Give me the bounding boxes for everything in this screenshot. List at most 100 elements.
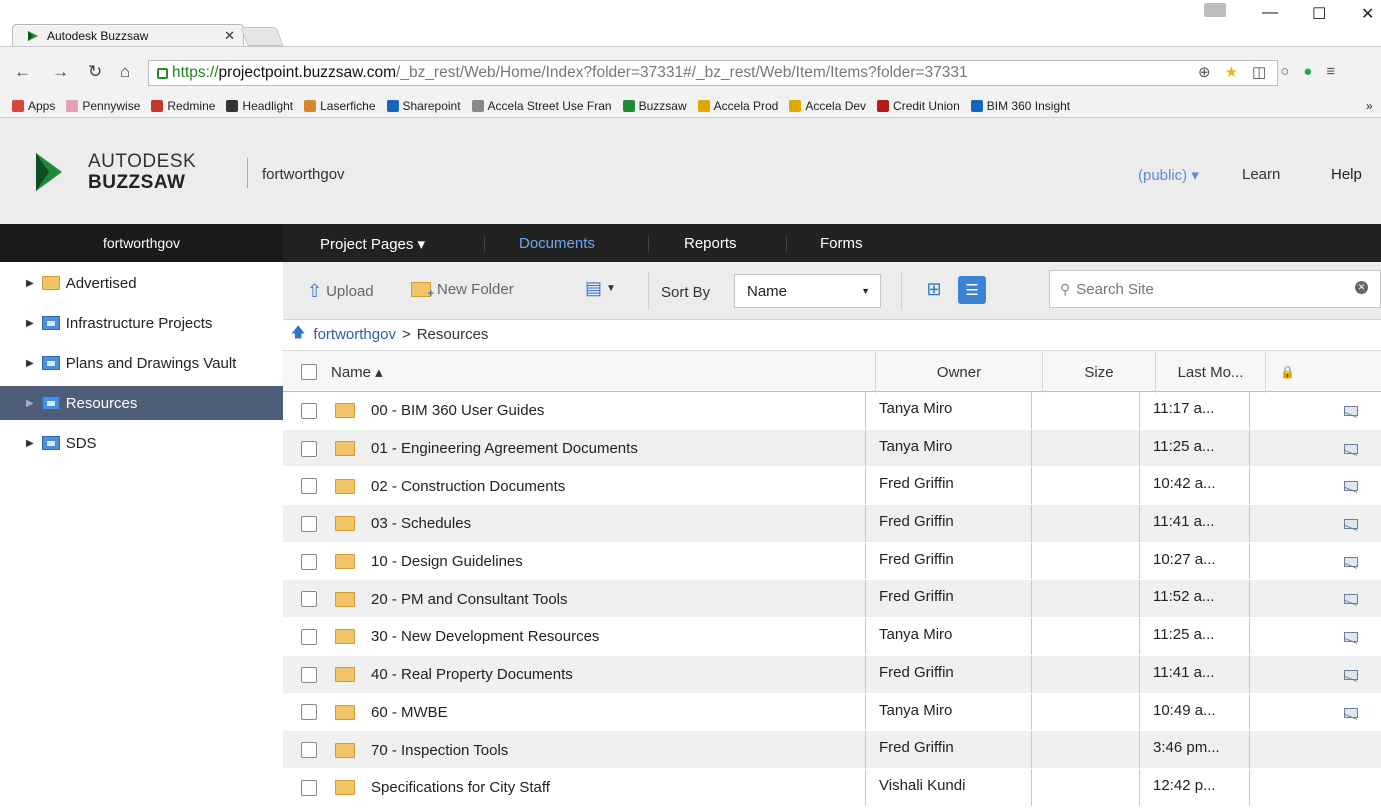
email-icon[interactable] xyxy=(1344,481,1358,492)
table-row[interactable]: 00 - BIM 360 User Guides Tanya Miro 11:17 … xyxy=(283,392,1381,430)
reload-icon[interactable]: ↻ xyxy=(88,62,102,82)
table-row[interactable]: 02 - Construction Documents Fred Griffin 1… xyxy=(283,467,1381,506)
extension-icon[interactable]: ◫ xyxy=(1252,63,1266,81)
folder-name-link[interactable]: 00 - BIM 360 User Guides xyxy=(371,402,544,419)
col-header-lock[interactable]: 🔒 xyxy=(1266,351,1381,393)
table-row[interactable]: Specifications for City Staff Vishali Kun… xyxy=(283,768,1381,807)
row-checkbox[interactable] xyxy=(301,742,317,759)
table-row[interactable]: 60 - MWBE Tanya Miro 10:49 a... xyxy=(283,693,1381,732)
tree-item-resources[interactable]: ▶ Resources xyxy=(0,386,283,420)
bookmark-item[interactable]: Pennywise xyxy=(66,99,140,113)
menu-icon[interactable]: ≡ xyxy=(1326,63,1335,81)
grid-view-icon[interactable]: ⊞ xyxy=(921,276,947,302)
browser-tab[interactable]: Autodesk Buzzsaw ✕ xyxy=(12,24,244,46)
bookmark-star-icon[interactable]: ★ xyxy=(1225,63,1238,81)
tree-item-sds[interactable]: ▶ SDS xyxy=(0,426,283,460)
col-header-last-modified[interactable]: Last Mo... xyxy=(1156,351,1266,393)
forward-icon[interactable]: → xyxy=(52,62,69,82)
table-row[interactable]: 40 - Real Property Documents Fred Griffin… xyxy=(283,655,1381,694)
list-view-icon[interactable]: ☰ xyxy=(958,276,986,304)
folder-name-link[interactable]: Specifications for City Staff xyxy=(371,779,550,796)
tree-item-infrastructure-projects[interactable]: ▶ Infrastructure Projects xyxy=(0,306,283,340)
email-icon[interactable] xyxy=(1344,594,1358,605)
sort-by-select[interactable]: Name ▼ xyxy=(734,274,881,308)
folder-name-link[interactable]: 40 - Real Property Documents xyxy=(371,666,573,683)
new-folder-button[interactable]: + New Folder xyxy=(411,281,514,300)
public-menu[interactable]: (public) ▾ xyxy=(1138,166,1199,184)
row-checkbox[interactable] xyxy=(301,553,317,570)
row-checkbox[interactable] xyxy=(301,515,317,532)
minimize-icon[interactable]: — xyxy=(1262,4,1278,22)
site-name[interactable]: fortworthgov xyxy=(262,166,345,183)
col-header-size[interactable]: Size xyxy=(1043,351,1156,393)
bookmark-item[interactable]: BIM 360 Insight xyxy=(970,99,1070,113)
back-icon[interactable]: ← xyxy=(14,62,31,82)
folder-name-link[interactable]: 01 - Engineering Agreement Documents xyxy=(371,440,638,457)
table-row[interactable]: 30 - New Development Resources Tanya Miro… xyxy=(283,618,1381,656)
email-icon[interactable] xyxy=(1344,443,1358,454)
close-window-icon[interactable]: ✕ xyxy=(1361,4,1374,24)
tree-item-advertised[interactable]: ▶ Advertised xyxy=(0,266,283,300)
bookmark-item[interactable]: Laserfiche xyxy=(304,99,376,113)
tab-close-icon[interactable]: ✕ xyxy=(224,28,235,44)
bookmark-item[interactable]: Credit Union xyxy=(877,99,960,113)
nav-reports[interactable]: Reports xyxy=(684,235,737,252)
select-all-checkbox[interactable] xyxy=(301,364,317,380)
clear-search-icon[interactable]: ✕ xyxy=(1355,281,1368,294)
folder-name-link[interactable]: 03 - Schedules xyxy=(371,515,471,532)
learn-link[interactable]: Learn xyxy=(1242,166,1280,183)
up-arrow-icon[interactable]: 🡅 xyxy=(291,322,305,346)
table-row[interactable]: 03 - Schedules Fred Griffin 11:41 a... xyxy=(283,505,1381,543)
opera-icon[interactable]: ○ xyxy=(1280,63,1289,81)
row-checkbox[interactable] xyxy=(301,591,317,608)
table-row[interactable]: 10 - Design Guidelines Fred Griffin 10:27 … xyxy=(283,542,1381,581)
table-row[interactable]: 70 - Inspection Tools Fred Griffin 3:46 pm… xyxy=(283,731,1381,769)
expand-arrow-icon[interactable]: ▶ xyxy=(26,438,34,449)
table-row[interactable]: 20 - PM and Consultant Tools Fred Griffin… xyxy=(283,580,1381,619)
bookmark-item[interactable]: Sharepoint xyxy=(386,99,461,113)
help-link[interactable]: Help xyxy=(1331,166,1362,183)
expand-arrow-icon[interactable]: ▶ xyxy=(26,318,34,329)
row-checkbox[interactable] xyxy=(301,440,317,457)
folder-name-link[interactable]: 20 - PM and Consultant Tools xyxy=(371,591,568,608)
maximize-icon[interactable]: ☐ xyxy=(1312,4,1326,24)
email-icon[interactable] xyxy=(1344,669,1358,680)
home-icon[interactable]: ⌂ xyxy=(120,62,130,82)
upload-button[interactable]: ⇧ Upload xyxy=(307,281,374,302)
folder-name-link[interactable]: 60 - MWBE xyxy=(371,704,448,721)
zoom-icon[interactable]: ⊕ xyxy=(1198,63,1211,81)
breadcrumb-parent[interactable]: fortworthgov xyxy=(313,326,396,343)
bookmark-item[interactable]: Buzzsaw xyxy=(622,99,687,113)
email-icon[interactable] xyxy=(1344,632,1358,643)
bookmark-item[interactable]: Redmine xyxy=(151,99,215,113)
col-header-name[interactable]: Name ▴ xyxy=(283,351,876,393)
bookmark-item[interactable]: Accela Street Use Fran xyxy=(471,99,612,113)
row-checkbox[interactable] xyxy=(301,704,317,721)
autodesk-logo-icon[interactable] xyxy=(36,153,62,191)
new-tab-button[interactable] xyxy=(240,27,284,46)
folder-name-link[interactable]: 30 - New Development Resources xyxy=(371,628,599,645)
expand-arrow-icon[interactable]: ▶ xyxy=(26,278,34,289)
bookmark-item[interactable]: Apps xyxy=(12,99,55,113)
paste-menu-button[interactable]: ▤ ▼ xyxy=(585,278,616,299)
row-checkbox[interactable] xyxy=(301,779,317,796)
user-profile-icon[interactable] xyxy=(1204,3,1226,17)
tree-item-plans-and-drawings-vault[interactable]: ▶ Plans and Drawings Vault xyxy=(0,346,283,380)
folder-name-link[interactable]: 10 - Design Guidelines xyxy=(371,553,523,570)
grammarly-icon[interactable]: ● xyxy=(1303,63,1312,81)
col-header-owner[interactable]: Owner xyxy=(876,351,1043,393)
email-icon[interactable] xyxy=(1344,406,1358,416)
url-field[interactable]: https://projectpoint.buzzsaw.com/_bz_res… xyxy=(148,60,1278,86)
nav-project-pages[interactable]: Project Pages ▾ xyxy=(320,235,425,253)
email-icon[interactable] xyxy=(1344,556,1358,567)
bookmark-item[interactable]: Accela Prod xyxy=(697,99,778,113)
bookmarks-overflow-icon[interactable]: » xyxy=(1366,99,1373,113)
search-field[interactable]: ⚲ xyxy=(1049,270,1381,308)
bookmark-item[interactable]: Headlight xyxy=(226,99,293,113)
row-checkbox[interactable] xyxy=(301,402,317,419)
search-input[interactable] xyxy=(1076,280,1357,298)
folder-name-link[interactable]: 02 - Construction Documents xyxy=(371,478,565,495)
bookmark-item[interactable]: Accela Dev xyxy=(789,99,866,113)
row-checkbox[interactable] xyxy=(301,478,317,495)
row-checkbox[interactable] xyxy=(301,628,317,645)
